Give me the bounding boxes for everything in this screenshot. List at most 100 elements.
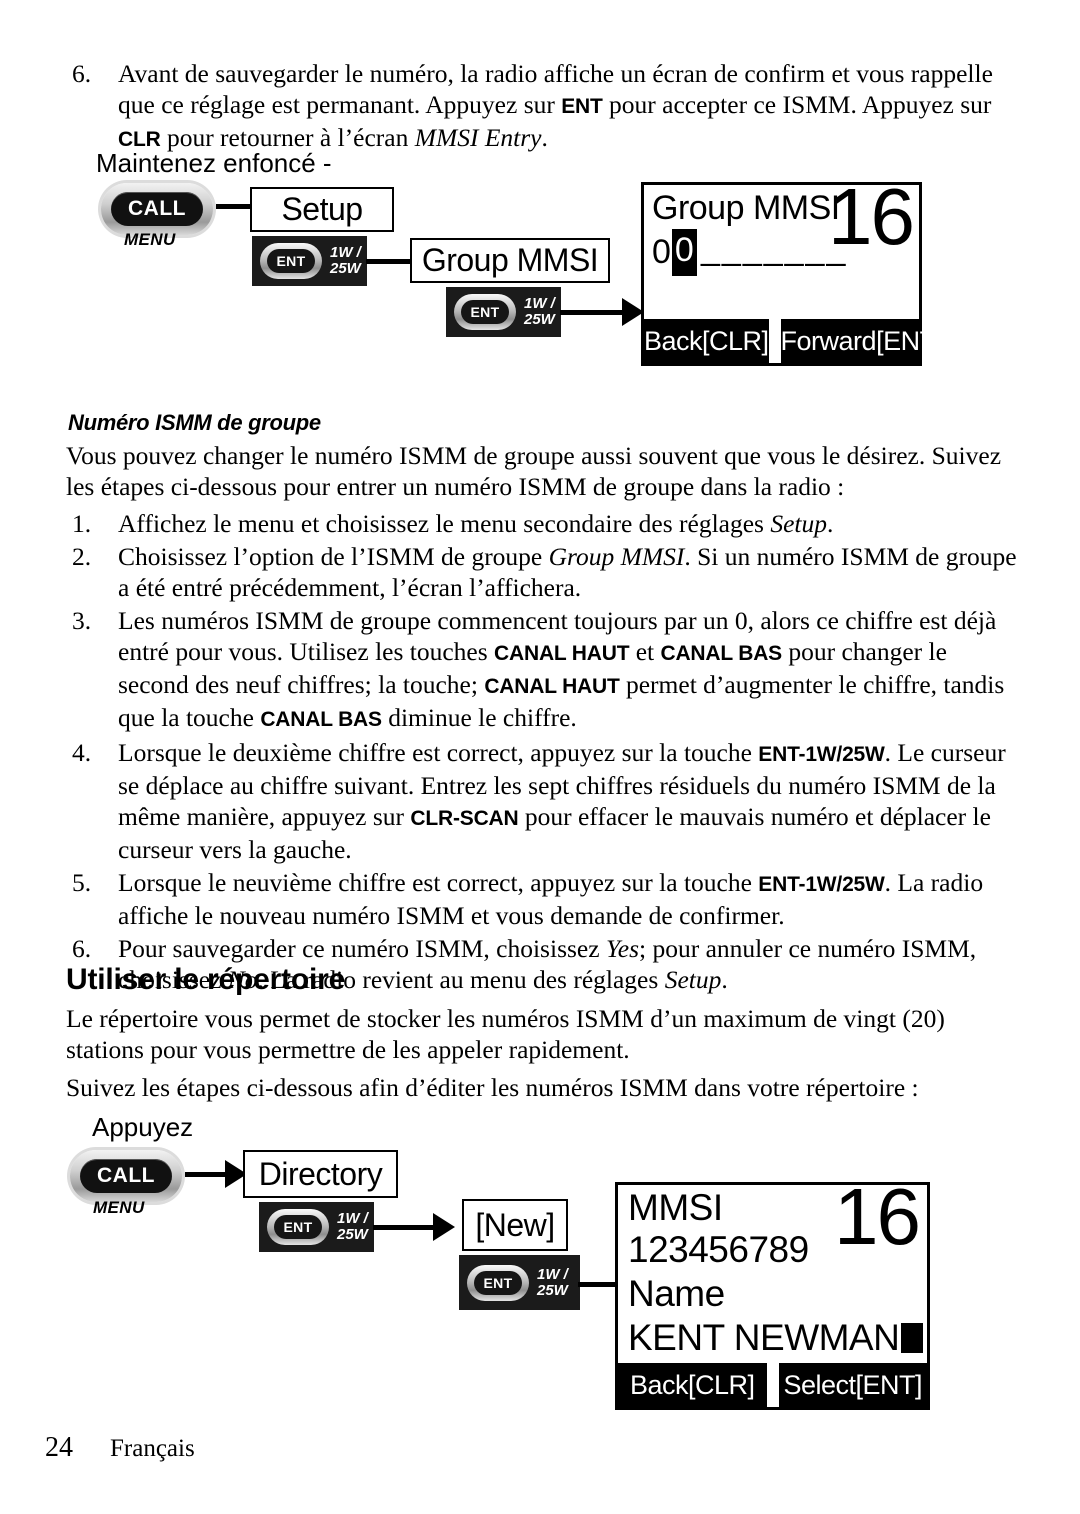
ent-key-block-2[interactable]: ENT 1W /25W xyxy=(446,287,561,337)
section1-intro: Vous pouvez changer le numéro ISMM de gr… xyxy=(66,441,1002,501)
ent-watts-4a: 1W / xyxy=(537,1265,568,1283)
softkey-select-2[interactable]: Select[ENT] xyxy=(779,1363,928,1407)
text-run: Lorsque le neuvième chiffre est correct,… xyxy=(118,868,759,897)
step-number: 6. xyxy=(72,59,92,88)
italic-term: Setup xyxy=(664,965,722,994)
lcd-softkeys-1: Back[CLR] Forward[ENT] xyxy=(644,319,943,363)
kbd-key: CANAL HAUT xyxy=(494,642,630,665)
softkey-back-2[interactable]: Back[CLR] xyxy=(618,1363,767,1407)
list-item: 2. Choisissez l’option de l’ISMM de group… xyxy=(72,541,1022,603)
call-button-2[interactable]: CALL xyxy=(70,1150,182,1202)
ent-button-label-4: ENT xyxy=(483,1274,513,1291)
text-run: Affichez le menu et choisissez le menu s… xyxy=(118,509,771,538)
top-step-6: 6. Avant de sauvegarder le numéro, la ra… xyxy=(72,58,1017,155)
step-text: Les numéros ISMM de groupe commencent to… xyxy=(118,605,1022,735)
footer-language: Français xyxy=(110,1435,195,1462)
ent-watts-3b: 25W xyxy=(337,1226,368,1243)
softkey-divider-2 xyxy=(766,1363,779,1407)
menu-box-setup[interactable]: Setup xyxy=(250,187,394,232)
arrow-ent-to-lcd-1 xyxy=(560,298,644,326)
menu-box-setup-label: Setup xyxy=(281,191,363,227)
text-run: et xyxy=(629,637,661,666)
list-item: 3. Les numéros ISMM de groupe commencent … xyxy=(72,605,1022,735)
step-number: 4. xyxy=(72,738,92,767)
menu-box-group-mmsi-label: Group MMSI xyxy=(421,242,599,278)
hold-label: Maintenez enfoncé - xyxy=(96,148,332,178)
call-button-1[interactable]: CALL xyxy=(101,183,213,235)
list-item: 4. Lorsque le deuxième chiffre est correc… xyxy=(72,737,1022,865)
menu-box-directory-label: Directory xyxy=(258,1155,383,1192)
lcd-digit-cursor: 0 xyxy=(671,229,697,276)
kbd-key: CANAL BAS xyxy=(260,708,382,731)
page-number: 24 xyxy=(45,1432,73,1463)
lcd-screen-group-mmsi: Group MMSI 16 00 _______ Back[CLR] Forwa… xyxy=(641,177,943,366)
menu-box-new-label: [New] xyxy=(475,1206,555,1243)
arrow-ent-to-new xyxy=(373,1213,455,1241)
ent-key-block-3[interactable]: ENT 1W /25W xyxy=(259,1202,374,1252)
ent-button-label-2: ENT xyxy=(470,304,500,320)
arrow-call-to-directory xyxy=(185,1160,247,1188)
lcd-channel-2: 16 xyxy=(834,1172,921,1261)
section2-para2: Suivez les étapes ci-dessous afin d’édit… xyxy=(66,1073,919,1102)
list-item: 5. Lorsque le neuvième chiffre est correc… xyxy=(72,867,1022,931)
call-button-label: CALL xyxy=(128,197,186,220)
kbd-ent: ENT xyxy=(561,95,603,118)
text-run: Pour sauvegarder ce numéro ISMM, choisis… xyxy=(118,934,606,963)
lcd-body-2: MMSI 16 123456789 Name KENT NEWMAN xyxy=(618,1177,927,1363)
step-text: Choisissez l’option de l’ISMM de groupe … xyxy=(118,541,1022,603)
text-run: . xyxy=(721,965,728,994)
step-number: 2. xyxy=(72,542,92,571)
lcd-title-group-mmsi: Group MMSI xyxy=(652,189,840,227)
step-number: 5. xyxy=(72,868,92,897)
ent-watts-3a: 1W / xyxy=(337,1210,368,1227)
ent-button-label-1: ENT xyxy=(276,253,306,269)
list-item: 1. Affichez le menu et choisissez le menu… xyxy=(72,508,1022,539)
italic-term: Setup xyxy=(770,509,828,538)
ent-button-label-3: ENT xyxy=(283,1219,313,1235)
text-cursor-block xyxy=(901,1323,924,1353)
ent-watts-4b: 25W xyxy=(537,1281,568,1299)
menu-box-new[interactable]: [New] xyxy=(462,1199,568,1251)
section2-para1: Le répertoire vous permet de stocker les… xyxy=(66,1004,945,1064)
ent-key-block-4[interactable]: ENT 1W /25W xyxy=(459,1255,580,1310)
call-button-label-2: CALL xyxy=(97,1164,155,1187)
step-text-b: pour accepter ce ISMM. Appuyez sur xyxy=(602,90,992,119)
kbd-key: CANAL BAS xyxy=(660,642,782,665)
ent-watts-1a: 1W / xyxy=(330,244,361,261)
ent-key-block-1[interactable]: ENT 1W /25W xyxy=(252,236,367,286)
lcd-softkeys-2: Back[CLR] Select[ENT] xyxy=(618,1363,927,1407)
kbd-key: CANAL HAUT xyxy=(484,675,620,698)
section1-steps: 1. Affichez le menu et choisissez le menu… xyxy=(72,508,1022,997)
manual-page: 6. Avant de sauvegarder le numéro, la ra… xyxy=(0,0,1080,1514)
lcd-screen-directory: MMSI 16 123456789 Name KENT NEWMAN Back[… xyxy=(615,1177,930,1410)
call-menu-sublabel-2: MENU xyxy=(93,1198,145,1217)
text-run: Lorsque le deuxième chiffre est correct,… xyxy=(118,738,759,767)
ent-watts-1b: 25W xyxy=(330,260,361,277)
kbd-key: CLR-SCAN xyxy=(410,807,519,830)
menu-box-directory[interactable]: Directory xyxy=(243,1150,398,1198)
lcd-remaining-dashes: _______ xyxy=(701,229,848,267)
menu-box-group-mmsi[interactable]: Group MMSI xyxy=(410,238,610,283)
softkey-back-1[interactable]: Back[CLR] xyxy=(644,319,769,363)
lcd-body-1: Group MMSI 16 00 _______ xyxy=(644,177,919,319)
step-text-d: . xyxy=(541,123,548,152)
step-text: Avant de sauvegarder le numéro, la radio… xyxy=(118,58,1017,155)
kbd-key: ENT-1W/25W xyxy=(758,743,885,766)
step-number: 1. xyxy=(72,509,92,538)
text-run: . xyxy=(827,509,834,538)
kbd-key: ENT-1W/25W xyxy=(758,873,885,896)
step-text: Lorsque le deuxième chiffre est correct,… xyxy=(118,737,1022,865)
lcd-value-mmsi: 123456789 xyxy=(628,1229,809,1270)
lcd-value-name: KENT NEWMAN xyxy=(628,1317,900,1358)
step-text: Affichez le menu et choisissez le menu s… xyxy=(118,508,1022,539)
text-run: Choisissez l’option de l’ISMM de groupe xyxy=(118,542,549,571)
lcd-label-mmsi: MMSI xyxy=(628,1187,723,1228)
text-run: diminue le chiffre. xyxy=(381,703,577,732)
ent-watts-2a: 1W / xyxy=(524,295,555,312)
subheading-numero-ismm-groupe: Numéro ISMM de groupe xyxy=(68,410,321,435)
heading-utiliser-repertoire: Utiliser le répertoire xyxy=(66,963,346,996)
softkey-forward-1[interactable]: Forward[ENT] xyxy=(781,319,944,363)
lcd-label-name: Name xyxy=(628,1273,725,1314)
step-text: Lorsque le neuvième chiffre est correct,… xyxy=(118,867,1022,931)
softkey-divider-1 xyxy=(768,319,781,363)
